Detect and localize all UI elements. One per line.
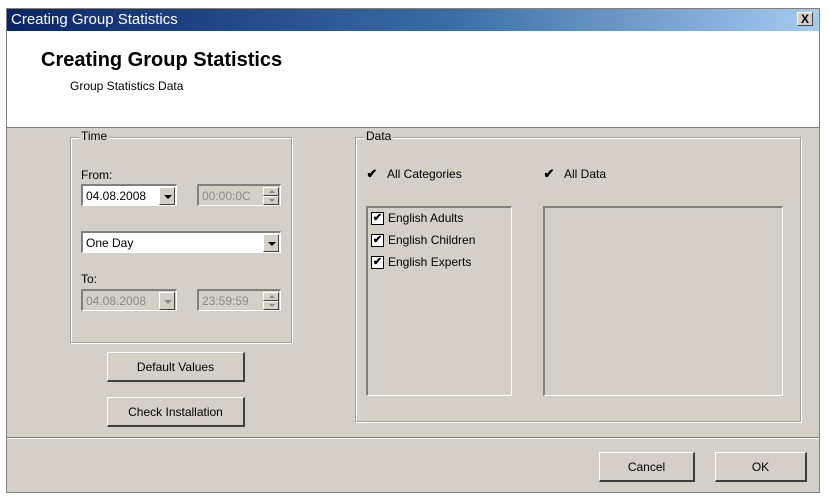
data-listbox[interactable] [543, 206, 783, 396]
to-time-spinner: 23:59:59 [197, 289, 281, 311]
from-time-spinner: 00:00:0C [197, 184, 281, 206]
list-item[interactable]: ✔ English Adults [371, 210, 511, 228]
check-mark-icon: ✔ [543, 166, 555, 181]
cancel-button[interactable]: Cancel [599, 452, 695, 482]
from-date-select[interactable]: 04.08.2008 [81, 184, 177, 206]
category-label: English Adults [388, 211, 464, 225]
dialog-window: Creating Group Statistics X Creating Gro… [6, 8, 820, 493]
to-date-value: 04.08.2008 [86, 294, 147, 308]
close-button[interactable]: X [797, 12, 813, 26]
time-group: Time From: 04.08.2008 00:00:0C One Day T… [70, 129, 292, 343]
data-group: Data ✔ All Categories ✔ All Data ✔ Engli… [355, 129, 801, 422]
header-title: Creating Group Statistics [41, 49, 283, 71]
categories-listbox[interactable]: ✔ English Adults ✔ English Children ✔ En… [366, 206, 512, 396]
header-subtitle: Group Statistics Data [70, 79, 184, 93]
from-label: From: [81, 168, 113, 182]
data-group-legend: Data [364, 129, 394, 143]
spin-up-icon [263, 187, 279, 196]
to-time-spin [263, 292, 279, 310]
all-data-label: All Data [564, 167, 607, 181]
to-time-value: 23:59:59 [202, 294, 249, 308]
title-bar[interactable]: Creating Group Statistics X [7, 9, 819, 31]
dialog-header: Creating Group Statistics Group Statisti… [7, 31, 819, 128]
from-date-value: 04.08.2008 [86, 189, 147, 203]
close-icon: X [800, 12, 809, 26]
to-date-select: 04.08.2008 [81, 289, 177, 311]
check-mark-icon: ✔ [366, 166, 378, 181]
default-values-button[interactable]: Default Values [107, 352, 245, 382]
chevron-down-icon[interactable] [263, 234, 279, 252]
check-mark-icon[interactable]: ✔ [371, 212, 384, 225]
all-categories-label: All Categories [387, 167, 462, 181]
dialog-footer: Cancel OK [7, 437, 819, 493]
from-time-spin [263, 187, 279, 205]
list-item[interactable]: ✔ English Children [371, 232, 511, 250]
time-group-legend: Time [79, 129, 110, 143]
list-item[interactable]: ✔ English Experts [371, 254, 511, 272]
check-installation-button[interactable]: Check Installation [107, 397, 245, 427]
spin-up-icon [263, 292, 279, 301]
check-mark-icon[interactable]: ✔ [371, 256, 384, 269]
spin-down-icon [263, 196, 279, 205]
check-mark-icon[interactable]: ✔ [371, 234, 384, 247]
ok-button[interactable]: OK [715, 452, 807, 482]
all-data-checkbox[interactable]: ✔ All Data [543, 166, 643, 182]
category-label: English Experts [388, 255, 472, 269]
period-select[interactable]: One Day [81, 231, 281, 253]
spin-down-icon [263, 301, 279, 310]
window-title: Creating Group Statistics [11, 11, 178, 28]
from-time-value: 00:00:0C [202, 189, 251, 203]
period-value: One Day [86, 236, 134, 250]
chevron-down-icon [159, 292, 175, 310]
all-categories-checkbox[interactable]: ✔ All Categories [366, 166, 496, 182]
chevron-down-icon[interactable] [159, 187, 175, 205]
to-label: To: [81, 272, 98, 286]
category-label: English Children [388, 233, 476, 247]
